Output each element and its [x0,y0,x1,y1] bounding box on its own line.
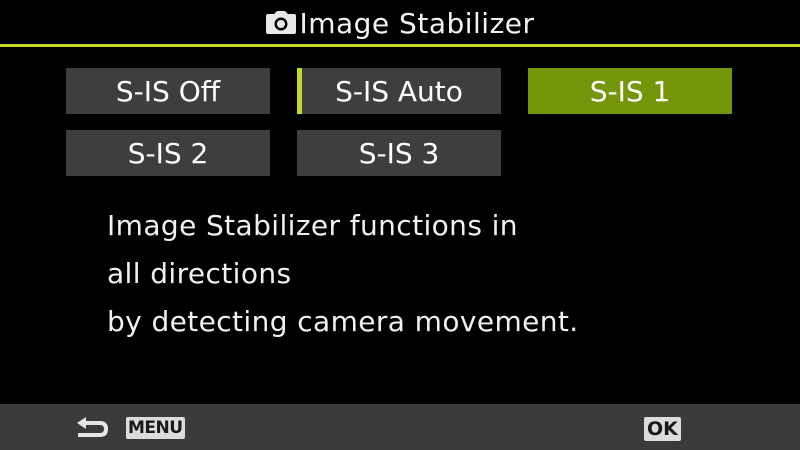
option-s-is-off[interactable]: S-IS Off [66,68,270,114]
camera-menu-screen: Image Stabilizer S-IS Off S-IS Auto S-IS… [0,0,800,450]
menu-button[interactable]: MENU [126,417,185,439]
option-label: S-IS Off [115,74,221,108]
option-s-is-1[interactable]: S-IS 1 [528,68,732,114]
footer-bar: MENU OK [0,404,800,450]
title-wrap: Image Stabilizer [265,0,534,46]
option-s-is-auto[interactable]: S-IS Auto [297,68,501,114]
description-line: all directions [107,257,292,290]
camera-icon [265,11,297,35]
description-line: by detecting camera movement. [107,305,579,338]
option-label: S-IS 2 [127,136,209,170]
title-divider [0,44,800,47]
return-arrow-icon[interactable] [74,414,112,440]
option-s-is-2[interactable]: S-IS 2 [66,130,270,176]
option-description: Image Stabilizer functions in all direct… [107,202,579,346]
selection-cursor [297,68,302,114]
option-s-is-3[interactable]: S-IS 3 [297,130,501,176]
option-label: S-IS 1 [589,74,671,108]
ok-button[interactable]: OK [644,417,681,441]
page-title: Image Stabilizer [299,6,535,40]
option-label: S-IS 3 [358,136,440,170]
description-line: Image Stabilizer functions in [107,209,518,242]
title-bar: Image Stabilizer [0,0,800,46]
option-label: S-IS Auto [335,74,463,108]
